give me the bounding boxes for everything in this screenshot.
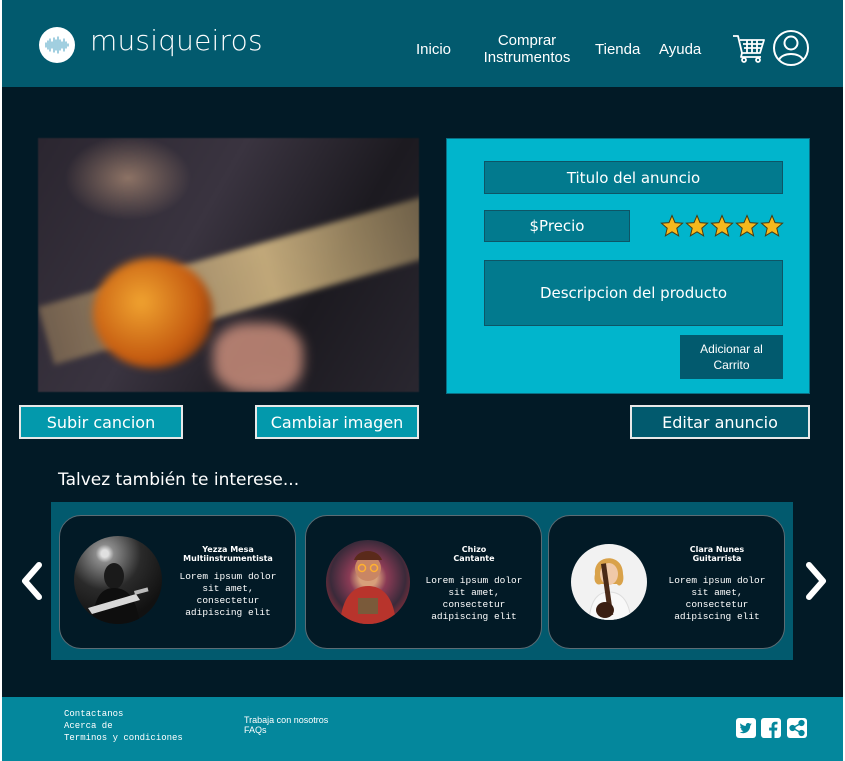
avatar — [74, 536, 162, 624]
text-line: consectetur — [685, 599, 749, 610]
nav-comprar-instrumentos[interactable]: Comprar Instrumentos — [480, 32, 574, 66]
edit-ad-button[interactable]: Editar anuncio — [630, 405, 810, 439]
text-line: Lorem ipsum dolor — [668, 575, 766, 586]
artist-name: Yezza Mesa Multiinstrumentista — [168, 545, 288, 563]
text-line: consectetur — [442, 599, 506, 610]
artist-role: Multiinstrumentista — [183, 554, 273, 563]
artist-card[interactable]: Clara Nunes Guitarrista Lorem ipsum dolo… — [548, 515, 785, 649]
footer-faqs-link[interactable]: FAQs — [244, 725, 267, 735]
page: musiqueiros Inicio Comprar Instrumentos … — [2, 0, 843, 761]
artist-card[interactable]: Yezza Mesa Multiinstrumentista Lorem ips… — [59, 515, 296, 649]
star-icon — [760, 214, 784, 237]
cart-icon[interactable] — [732, 31, 766, 65]
add-to-cart-line2: Carrito — [713, 358, 750, 372]
text-line: sit amet, — [202, 583, 254, 594]
nav-ayuda[interactable]: Ayuda — [659, 41, 701, 58]
add-to-cart-button[interactable]: Adicionar al Carrito — [680, 335, 783, 379]
footer — [2, 697, 843, 761]
star-icon — [735, 214, 759, 237]
brand-name[interactable]: musiqueiros — [90, 24, 263, 57]
upload-song-button[interactable]: Subir cancion — [19, 405, 183, 439]
twitter-icon[interactable] — [736, 718, 756, 738]
recommendations-title: Talvez también te interese... — [58, 470, 300, 490]
footer-terms-link[interactable]: Terminos y condiciones — [64, 733, 183, 743]
artist-role: Cantante — [453, 554, 495, 563]
product-panel: Titulo del anuncio $Precio Descripcion d… — [446, 138, 810, 394]
user-icon[interactable] — [772, 29, 810, 67]
change-image-button[interactable]: Cambiar imagen — [255, 405, 419, 439]
artist-description: Lorem ipsum dolor sit amet, consectetur … — [414, 575, 534, 623]
product-title-field[interactable]: Titulo del anuncio — [484, 161, 783, 194]
text-line: Lorem ipsum dolor — [425, 575, 523, 586]
text-line: Lorem ipsum dolor — [179, 571, 277, 582]
text-line: sit amet, — [691, 587, 743, 598]
logo[interactable] — [39, 27, 75, 63]
star-icon — [710, 214, 734, 237]
nav-tienda[interactable]: Tienda — [595, 41, 640, 58]
rating-stars[interactable] — [660, 214, 784, 238]
artist-name: Chizo Cantante — [414, 545, 534, 563]
star-icon — [660, 214, 684, 237]
nav-comprar-line2: Instrumentos — [483, 49, 571, 66]
footer-jobs-link[interactable]: Trabaja con nosotros — [244, 715, 328, 725]
artist-role: Guitarrista — [692, 554, 742, 563]
avatar — [326, 540, 410, 624]
share-icon[interactable] — [787, 718, 807, 738]
recommendations-carousel: Yezza Mesa Multiinstrumentista Lorem ips… — [51, 502, 793, 660]
product-image — [38, 138, 419, 392]
artist-name-line1: Yezza Mesa — [202, 545, 254, 554]
header: musiqueiros Inicio Comprar Instrumentos … — [2, 0, 843, 87]
text-line: adipiscing elit — [431, 611, 517, 622]
star-icon — [685, 214, 709, 237]
artist-description: Lorem ipsum dolor sit amet, consectetur … — [657, 575, 777, 623]
add-to-cart-line1: Adicionar al — [700, 342, 763, 356]
chevron-right-icon[interactable] — [801, 561, 831, 601]
footer-about-link[interactable]: Acerca de — [64, 721, 113, 731]
product-price-field[interactable]: $Precio — [484, 210, 630, 242]
artist-card[interactable]: Chizo Cantante Lorem ipsum dolor sit ame… — [305, 515, 542, 649]
text-line: adipiscing elit — [185, 607, 271, 618]
artist-name: Clara Nunes Guitarrista — [657, 545, 777, 563]
text-line: adipiscing elit — [674, 611, 760, 622]
text-line: consectetur — [196, 595, 260, 606]
text-line: sit amet, — [448, 587, 500, 598]
chevron-left-icon[interactable] — [17, 561, 47, 601]
facebook-icon[interactable] — [761, 718, 781, 738]
soundwave-icon — [45, 36, 69, 54]
footer-contact-link[interactable]: Contactanos — [64, 709, 123, 719]
nav-inicio[interactable]: Inicio — [416, 41, 451, 58]
artist-name-line1: Chizo — [461, 545, 487, 554]
nav-comprar-line1: Comprar — [497, 32, 557, 49]
artist-name-line1: Clara Nunes — [689, 545, 745, 554]
product-description-field[interactable]: Descripcion del producto — [484, 260, 783, 326]
avatar — [571, 544, 647, 620]
artist-description: Lorem ipsum dolor sit amet, consectetur … — [168, 571, 288, 619]
